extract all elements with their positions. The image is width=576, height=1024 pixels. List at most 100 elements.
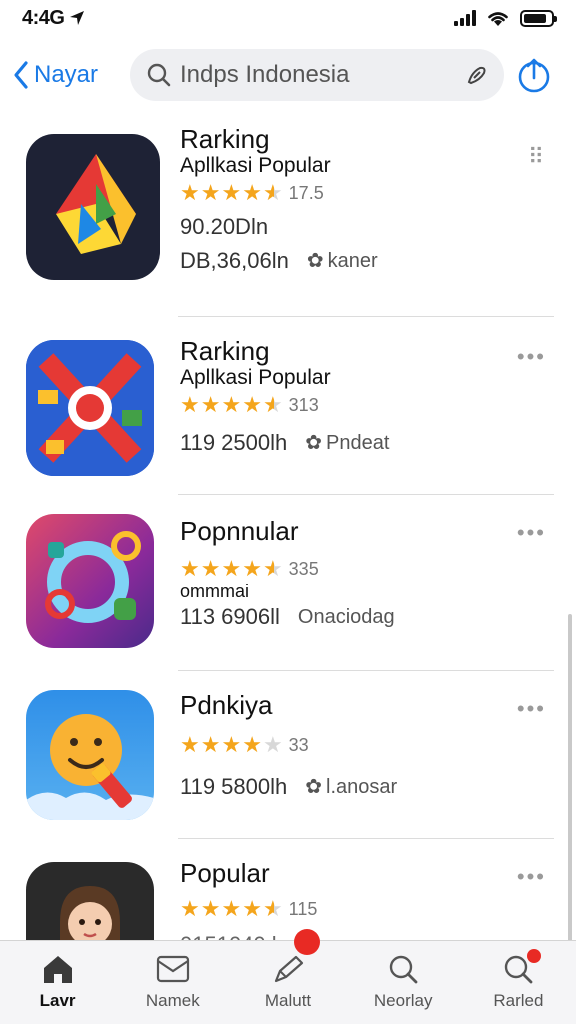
divider: [178, 316, 554, 317]
rating-stars: ★ ★ ★ ★ ★: [180, 394, 283, 416]
app-icon[interactable]: [26, 514, 154, 648]
tab-home[interactable]: Lavr: [0, 941, 115, 1024]
app-icon[interactable]: [26, 690, 154, 820]
rating-stars: ★ ★ ★ ★ ★: [180, 898, 283, 920]
star-empty-icon: ★: [262, 732, 283, 757]
star-icon: ★: [200, 896, 221, 921]
rating: ★ ★ ★ ★ ★ 335: [180, 554, 506, 584]
app-category: ✿ l.anosar: [305, 774, 397, 800]
star-icon: ★: [200, 556, 221, 581]
tab-label: Namek: [145, 991, 200, 1010]
category-label: Pndeat: [326, 432, 390, 454]
app-info: Popnnular ★ ★ ★ ★ ★ 335 ommmai 113 6906ll On…: [180, 516, 506, 630]
star-icon: ★: [180, 556, 200, 581]
star-icon: ★: [221, 180, 242, 205]
star-icon: ★: [180, 180, 200, 205]
category-label: kaner: [327, 250, 378, 272]
tab-bar: Lavr Namek Malutt Neorlay Rarled: [0, 929, 576, 1024]
app-info: Popular ★★★★★ 115 0151040 l.....t: [180, 858, 506, 940]
notification-badge: [526, 949, 541, 963]
tab-nearby[interactable]: Neorlay: [346, 941, 461, 1024]
divider: [178, 494, 554, 495]
search-icon: [390, 955, 418, 984]
star-icon: ★: [221, 392, 242, 417]
rating-count: 115: [288, 898, 318, 919]
app-meta: DB,36,06ln ✿ kaner: [180, 248, 506, 274]
tab-label: Neorlay: [373, 991, 433, 1010]
star-icon: ★: [180, 392, 200, 417]
star-half-icon: ★: [262, 392, 283, 417]
app-meta: 113 6906ll Onaciodag: [180, 604, 506, 630]
star-half-icon: ★: [262, 180, 283, 205]
app-size: 90.20Dln: [180, 214, 269, 239]
back-label: Nayar: [34, 61, 99, 88]
star-icon: ★: [200, 392, 221, 417]
location-arrow-icon: [70, 11, 85, 25]
rating: ★ ★ ★ ★ ★ 115: [180, 894, 506, 924]
app-category: ✿ Pndeat: [305, 430, 389, 456]
app-downloads: 0151040 l.....t: [180, 932, 506, 940]
list-item[interactable]: Popular ★★★★★ 115 0151040 l.....t •••: [0, 844, 576, 940]
app-icon[interactable]: [26, 340, 154, 476]
app-info: Rarking Apllkasi Popular ★ ★ ★ ★ ★ 17.5 90.2…: [180, 124, 506, 274]
search-value: Indps Indonesia: [180, 61, 350, 88]
nav-bar: Nayar Indps Indonesia: [0, 44, 576, 106]
notification-badge: [294, 929, 321, 955]
more-button[interactable]: ⠿: [528, 144, 546, 170]
rating-count: 335: [288, 558, 319, 579]
app-title: Rarking: [180, 336, 270, 366]
rating-stars: ★ ★ ★ ★ ★: [180, 734, 283, 756]
app-icon[interactable]: [26, 134, 160, 280]
star-half-icon: ★: [262, 556, 283, 581]
back-button[interactable]: Nayar: [12, 60, 130, 90]
star-icon: ★: [200, 180, 221, 205]
star-icon: ★: [180, 732, 200, 757]
puzzle-icon: ✿: [305, 432, 323, 454]
app-list: Rarking Apllkasi Popular ★ ★ ★ ★ ★ 17.5 90.2…: [0, 114, 576, 940]
list-item[interactable]: Popnnular ★ ★ ★ ★ ★ 335 ommmai 113 6906ll On…: [0, 500, 576, 670]
app-category: ✿ kaner: [307, 248, 378, 274]
app-meta: 119 2500lh ✿ Pndeat: [180, 430, 506, 456]
app-title: Rarking: [180, 124, 270, 154]
rating-count: 17.5: [288, 182, 324, 203]
app-icon[interactable]: [26, 862, 154, 940]
list-item[interactable]: Pdnkiya ★ ★ ★ ★ ★ 33 119 5800lh ✿ l.anosar ••…: [0, 676, 576, 836]
home-icon: [43, 956, 72, 983]
rating: ★ ★ ★ ★ ★ 313: [180, 390, 506, 420]
chevron-left-icon: [14, 61, 28, 89]
category-label: l.anosar: [326, 776, 398, 798]
app-downloads: 119 2500lh: [180, 430, 288, 455]
tab-label: Lavr: [39, 991, 76, 1010]
scrollbar[interactable]: [568, 614, 572, 940]
more-button[interactable]: •••: [517, 344, 546, 370]
more-button[interactable]: •••: [517, 696, 546, 722]
rating: ★ ★ ★ ★ ★ 17.5: [180, 178, 506, 208]
signal-icon: [454, 10, 476, 26]
star-icon: ★: [221, 556, 242, 581]
microphone-icon[interactable]: [464, 62, 490, 88]
tab-mail[interactable]: Namek: [115, 941, 230, 1024]
app-category: Onaciodag: [297, 606, 395, 628]
status-left: 4:4G: [22, 7, 86, 30]
battery-icon: [520, 9, 557, 27]
share-button[interactable]: [504, 56, 564, 94]
mail-icon: [156, 955, 189, 983]
status-right: [454, 9, 557, 27]
more-button[interactable]: •••: [517, 864, 546, 890]
list-item[interactable]: Rarking Apllkasi Popular ★ ★ ★ ★ ★ 17.5 90.2…: [0, 120, 576, 320]
tab-search[interactable]: Rarled: [461, 941, 576, 1024]
app-subtitle: ommmai: [180, 584, 250, 598]
wifi-icon: [488, 12, 508, 26]
search-input[interactable]: Indps Indonesia: [130, 49, 504, 101]
rating-stars: ★ ★ ★ ★ ★: [180, 558, 283, 580]
app-downloads: 119 5800lh: [180, 774, 288, 799]
rating-stars: ★ ★ ★ ★ ★: [180, 182, 283, 204]
pen-icon: [274, 955, 304, 983]
more-button[interactable]: •••: [517, 520, 546, 546]
star-icon: ★: [180, 896, 200, 921]
tab-write[interactable]: Malutt: [230, 929, 345, 1024]
star-icon: ★: [221, 732, 242, 757]
list-item[interactable]: Rarking Apllkasi Popular ★ ★ ★ ★ ★ 313 119 2…: [0, 322, 576, 492]
divider: [178, 838, 554, 839]
star-icon: ★: [242, 392, 262, 417]
